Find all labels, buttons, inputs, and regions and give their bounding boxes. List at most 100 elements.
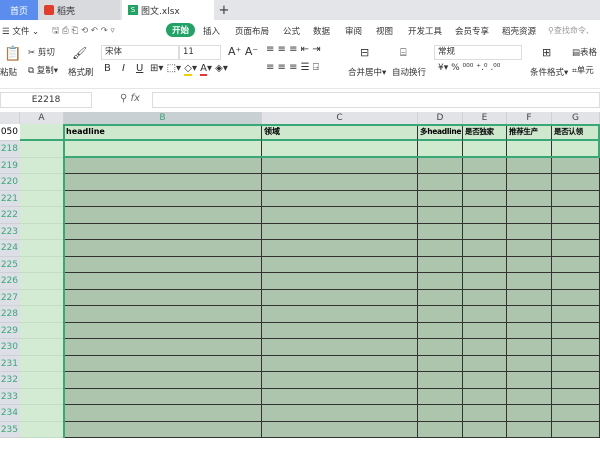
cell-button[interactable]: ⌗单元 xyxy=(572,64,594,76)
cell[interactable] xyxy=(507,157,552,174)
cell[interactable] xyxy=(463,157,507,174)
cell[interactable] xyxy=(418,289,463,306)
cell[interactable] xyxy=(262,190,418,207)
cell[interactable] xyxy=(463,289,507,306)
cell[interactable] xyxy=(262,207,418,224)
paste-icon[interactable]: 📋 xyxy=(4,46,21,62)
row-header[interactable]: 225 xyxy=(0,256,20,273)
cell[interactable] xyxy=(418,421,463,438)
cell[interactable] xyxy=(20,223,64,240)
cell[interactable] xyxy=(507,141,552,158)
cell[interactable] xyxy=(262,240,418,257)
menu-member[interactable]: 会员专享 xyxy=(455,25,489,37)
cell[interactable] xyxy=(463,256,507,273)
cell[interactable] xyxy=(262,141,418,158)
merge-center-button[interactable]: 合并居中▾ xyxy=(348,66,386,78)
cell[interactable] xyxy=(418,405,463,422)
cell[interactable] xyxy=(463,273,507,290)
cell[interactable] xyxy=(64,157,262,174)
cell[interactable] xyxy=(418,306,463,323)
cell[interactable] xyxy=(20,256,64,273)
cell[interactable] xyxy=(20,190,64,207)
cell[interactable] xyxy=(552,339,600,356)
cell[interactable] xyxy=(64,223,262,240)
number-buttons[interactable]: ¥▾ % ⁰⁰⁰ ⁺.⁰ .⁰⁰ xyxy=(438,63,500,73)
cell[interactable] xyxy=(552,405,600,422)
cell[interactable] xyxy=(262,174,418,191)
tab-docer[interactable]: 稻壳 xyxy=(38,0,120,20)
row-header[interactable]: 218 xyxy=(0,141,20,158)
cell[interactable] xyxy=(507,306,552,323)
cell[interactable] xyxy=(20,322,64,339)
menu-page-layout[interactable]: 页面布局 xyxy=(235,25,269,37)
italic-button[interactable]: I xyxy=(122,63,125,74)
cell[interactable] xyxy=(64,421,262,438)
menu-developer[interactable]: 开发工具 xyxy=(408,25,442,37)
cell[interactable] xyxy=(262,256,418,273)
cut-button[interactable]: ✂ 剪切 xyxy=(28,46,55,58)
cell[interactable] xyxy=(418,157,463,174)
column-header-b[interactable]: B xyxy=(64,112,262,124)
cell[interactable] xyxy=(507,256,552,273)
cell[interactable] xyxy=(418,372,463,389)
row-header[interactable]: 219 xyxy=(0,157,20,174)
cell[interactable] xyxy=(463,240,507,257)
cell[interactable] xyxy=(507,388,552,405)
cell[interactable] xyxy=(507,240,552,257)
wrap-text-button[interactable]: 自动换行 xyxy=(392,66,426,78)
cell[interactable] xyxy=(552,388,600,405)
spreadsheet-grid[interactable]: A B C D E F G 050 headline 领域 多headline 是否独家 推荐生产 是否认… xyxy=(0,112,600,450)
row-header[interactable]: 222 xyxy=(0,207,20,224)
new-tab-button[interactable]: + xyxy=(214,0,234,20)
cell[interactable] xyxy=(20,174,64,191)
column-header-e[interactable]: E xyxy=(463,112,507,124)
cell[interactable] xyxy=(507,174,552,191)
row-header[interactable]: 234 xyxy=(0,405,20,422)
cell[interactable] xyxy=(507,207,552,224)
cell[interactable] xyxy=(262,223,418,240)
copy-button[interactable]: ⧉ 复制▾ xyxy=(28,64,58,76)
cell[interactable] xyxy=(463,174,507,191)
cell[interactable] xyxy=(463,141,507,158)
cell[interactable] xyxy=(20,421,64,438)
cell[interactable] xyxy=(507,289,552,306)
cell[interactable] xyxy=(262,355,418,372)
cell[interactable] xyxy=(463,355,507,372)
cell[interactable] xyxy=(463,190,507,207)
number-format-select[interactable]: 常规 xyxy=(434,45,522,60)
cell[interactable] xyxy=(20,273,64,290)
font-select[interactable]: 宋体 xyxy=(101,45,179,60)
header-cell[interactable]: 推荐生产 xyxy=(507,124,552,141)
cell[interactable] xyxy=(20,141,64,158)
cell[interactable] xyxy=(64,355,262,372)
cell[interactable] xyxy=(507,223,552,240)
cell[interactable] xyxy=(262,157,418,174)
column-header-a[interactable]: A xyxy=(20,112,64,124)
row-header[interactable]: 224 xyxy=(0,240,20,257)
cell[interactable] xyxy=(20,372,64,389)
align-buttons-2[interactable]: ≡ ≡ ≡ ☰ ⍈ xyxy=(266,62,319,73)
cell[interactable] xyxy=(418,256,463,273)
cell[interactable] xyxy=(64,339,262,356)
menu-data[interactable]: 数据 xyxy=(313,25,330,37)
row-header[interactable]: 221 xyxy=(0,190,20,207)
row-header[interactable]: 230 xyxy=(0,339,20,356)
header-cell[interactable]: 是否独家 xyxy=(463,124,507,141)
cell[interactable] xyxy=(418,322,463,339)
file-menu[interactable]: ☰ 文件 ⌄ xyxy=(2,25,39,37)
tab-home[interactable]: 首页 xyxy=(0,0,38,20)
cell[interactable] xyxy=(418,273,463,290)
cell[interactable] xyxy=(418,388,463,405)
align-buttons[interactable]: ≡ ≡ ≡ ⇤ ⇥ xyxy=(266,44,321,55)
row-header[interactable]: 220 xyxy=(0,174,20,191)
cell[interactable] xyxy=(552,355,600,372)
row-header[interactable]: 223 xyxy=(0,223,20,240)
cell[interactable] xyxy=(64,289,262,306)
cell[interactable] xyxy=(463,306,507,323)
cell[interactable] xyxy=(64,405,262,422)
cell[interactable] xyxy=(262,405,418,422)
cell[interactable] xyxy=(552,223,600,240)
menu-start[interactable]: 开始 xyxy=(166,23,196,37)
cell[interactable] xyxy=(552,289,600,306)
cell[interactable] xyxy=(262,273,418,290)
